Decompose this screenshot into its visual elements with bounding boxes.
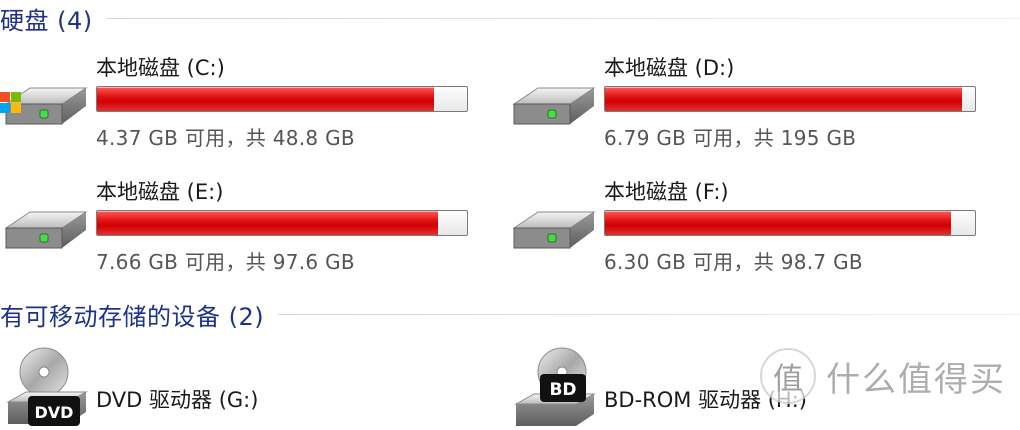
drive-name: 本地磁盘 (C:) (96, 56, 225, 80)
drive-name: 本地磁盘 (E:) (96, 180, 224, 204)
drive-free-space: 6.30 GB 可用，共 98.7 GB (604, 250, 863, 274)
drive-usage-bar (604, 86, 976, 112)
drive-item-h[interactable]: BD BD-ROM 驱动器 (H:) (508, 346, 968, 426)
drive-name: 本地磁盘 (D:) (604, 56, 735, 80)
section-header-removable[interactable]: 有可移动存储的设备 (2) (0, 296, 1020, 332)
drive-usage-fill (605, 211, 952, 235)
hard-drive-icon (508, 198, 596, 262)
hard-drive-icon (508, 74, 596, 138)
section-title: 硬盘 (4) (0, 6, 93, 35)
drive-item-d[interactable]: 本地磁盘 (D:) 6.79 GB 可用，共 195 GB (508, 52, 988, 162)
drive-item-e[interactable]: 本地磁盘 (E:) 7.66 GB 可用，共 97.6 GB (0, 176, 480, 286)
section-header-hard-drives[interactable]: 硬盘 (4) (0, 0, 1020, 36)
section-divider (278, 313, 1020, 315)
drive-usage-bar (96, 86, 468, 112)
section-divider (106, 17, 1020, 19)
drive-name: BD-ROM 驱动器 (H:) (604, 388, 807, 412)
dvd-drive-icon: DVD (0, 346, 90, 426)
dvd-badge: DVD (35, 403, 74, 422)
drive-item-c[interactable]: 本地磁盘 (C:) 4.37 GB 可用，共 48.8 GB (0, 52, 480, 162)
drive-item-f[interactable]: 本地磁盘 (F:) 6.30 GB 可用，共 98.7 GB (508, 176, 988, 286)
section-title: 有可移动存储的设备 (2) (0, 302, 265, 331)
drive-free-space: 7.66 GB 可用，共 97.6 GB (96, 250, 355, 274)
drive-usage-fill (605, 87, 963, 111)
windows-hard-drive-icon (0, 74, 88, 138)
hard-drive-icon (0, 198, 88, 262)
bd-rom-drive-icon: BD (508, 346, 598, 426)
drive-name: 本地磁盘 (F:) (604, 180, 729, 204)
drive-free-space: 4.37 GB 可用，共 48.8 GB (96, 126, 355, 150)
drive-usage-bar (604, 210, 976, 236)
bd-badge: BD (549, 380, 576, 400)
drive-item-g[interactable]: DVD DVD 驱动器 (G:) (0, 346, 460, 426)
drive-usage-fill (97, 211, 439, 235)
drive-free-space: 6.79 GB 可用，共 195 GB (604, 126, 857, 150)
drive-usage-fill (97, 87, 434, 111)
drive-name: DVD 驱动器 (G:) (96, 388, 259, 412)
drive-usage-bar (96, 210, 468, 236)
